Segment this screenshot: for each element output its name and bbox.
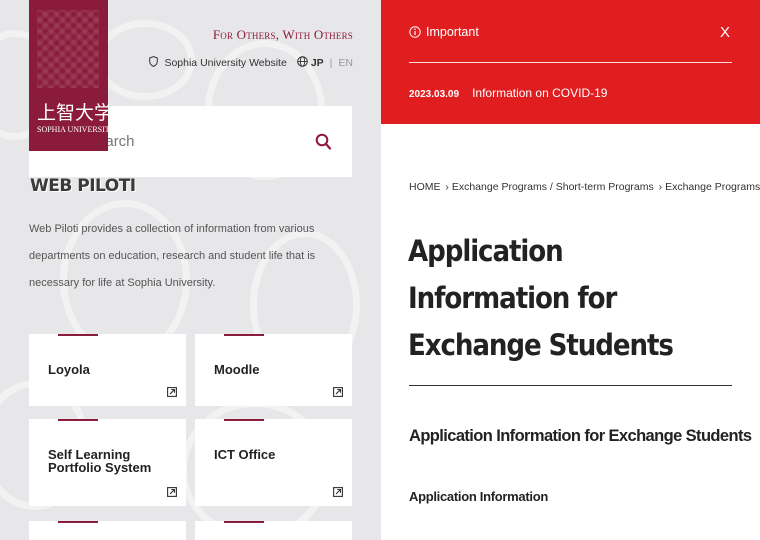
alert-divider: [409, 62, 732, 63]
piloti-description: Web Piloti provides a collection of info…: [29, 223, 316, 289]
card-accent: [224, 334, 264, 336]
logo-roman: SOPHIA UNIVERSITY: [37, 125, 116, 134]
card-accent: [58, 521, 98, 523]
link-card-ict-office[interactable]: ICT Office: [195, 419, 352, 506]
card-title: Loyola: [48, 362, 90, 377]
globe-icon: [297, 56, 308, 70]
card-title: Moodle: [214, 362, 260, 377]
external-link-icon: [167, 387, 177, 397]
alert-news-item[interactable]: 2023.03.09 Information on COVID-19: [409, 86, 607, 100]
title-divider: [409, 385, 732, 386]
web-piloti-label: WEB PILOTI: [30, 176, 136, 196]
card-accent: [58, 419, 98, 421]
logo-kanji: 上智大学: [37, 102, 114, 124]
external-link-icon: [333, 387, 343, 397]
lang-separator: |: [329, 57, 333, 69]
breadcrumb: HOME › Exchange Programs / Short-term Pr…: [409, 181, 760, 193]
external-link-icon: [333, 487, 343, 497]
search-icon[interactable]: [314, 132, 334, 152]
news-date: 2023.03.09: [409, 89, 460, 100]
breadcrumb-exchange-short-term[interactable]: Exchange Programs / Short-term Programs: [452, 181, 654, 193]
link-card-self-learning-portfolio[interactable]: Self Learning Portfolio System: [29, 419, 186, 506]
external-link-icon: [167, 487, 177, 497]
alert-header: Important: [409, 25, 479, 39]
lang-jp-link[interactable]: JP: [311, 57, 324, 69]
alert-close-button[interactable]: X: [720, 24, 730, 41]
link-card-partial[interactable]: [195, 521, 352, 540]
card-accent: [224, 419, 264, 421]
link-card-loyola[interactable]: Loyola: [29, 334, 186, 406]
crest-pattern: [37, 10, 99, 88]
card-accent: [224, 521, 264, 523]
web-piloti-panel: For Others, With Others Sophia Universit…: [0, 0, 381, 540]
breadcrumb-home[interactable]: HOME: [409, 181, 441, 193]
important-alert: Important X 2023.03.09 Information on CO…: [381, 0, 760, 124]
lang-en-link[interactable]: EN: [338, 57, 353, 69]
card-title: Self Learning Portfolio System: [48, 447, 152, 475]
chevron-right-icon: ›: [445, 181, 452, 193]
breadcrumb-exchange-programs[interactable]: Exchange Programs: [665, 181, 760, 193]
card-accent: [58, 334, 98, 336]
main-content: Important X 2023.03.09 Information on CO…: [381, 0, 760, 540]
shield-icon: [149, 56, 159, 70]
section-title: Application Information for Exchange Stu…: [409, 427, 752, 445]
site-links: Sophia University Website JP | EN: [149, 56, 353, 70]
card-title: ICT Office: [214, 447, 276, 462]
sophia-website-link[interactable]: Sophia University Website: [164, 57, 286, 69]
info-icon: [409, 26, 421, 38]
page-title: Application Information for Exchange Stu…: [408, 234, 674, 362]
university-tagline: For Others, With Others: [212, 27, 353, 42]
alert-title: Important: [426, 25, 479, 39]
news-link[interactable]: Information on COVID-19: [472, 86, 607, 100]
link-card-moodle[interactable]: Moodle: [195, 334, 352, 406]
link-card-partial[interactable]: [29, 521, 186, 540]
sophia-university-logo[interactable]: 上智大学 SOPHIA UNIVERSITY: [29, 0, 115, 151]
subsection-title: Application Information: [409, 489, 548, 504]
